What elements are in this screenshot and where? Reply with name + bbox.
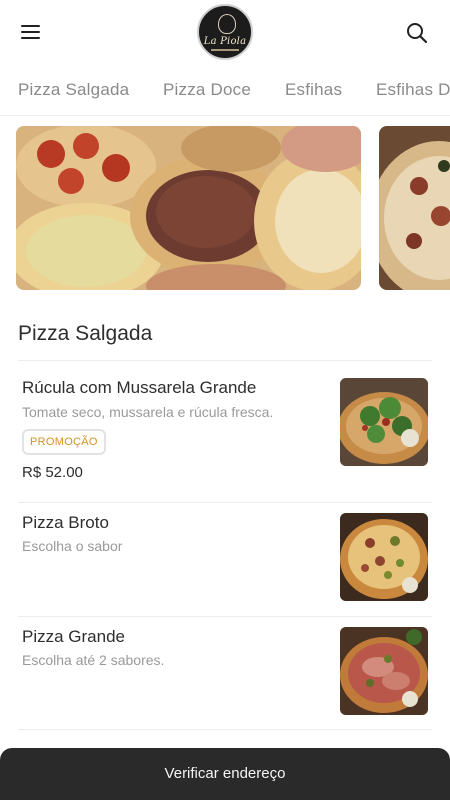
- banner-image-pizza[interactable]: [379, 126, 450, 290]
- tab-pizza-doce[interactable]: Pizza Doce: [163, 80, 251, 100]
- item-image-pizza-grande: [340, 627, 428, 715]
- menu-item-rucula-mussarela[interactable]: Rúcula com Mussarela Grande Tomate seco,…: [18, 361, 432, 503]
- tab-esfihas[interactable]: Esfihas: [285, 80, 342, 100]
- item-name: Pizza Grande: [22, 627, 125, 646]
- search-icon[interactable]: [404, 20, 430, 46]
- banner-image-esfihas[interactable]: [16, 126, 361, 290]
- menu-item-pizza-broto[interactable]: Pizza Broto Escolha o sabor: [18, 503, 432, 617]
- item-description: Tomate seco, mussarela e rúcula fresca.: [22, 404, 274, 420]
- item-description: Escolha até 2 sabores.: [22, 652, 165, 668]
- item-description: Escolha o sabor: [22, 538, 123, 554]
- logo-underline: [211, 49, 239, 51]
- logo-text: La Piola: [203, 36, 247, 47]
- item-name: Pizza Broto: [22, 513, 109, 532]
- item-name: Rúcula com Mussarela Grande: [22, 378, 257, 397]
- section-title: Pizza Salgada: [18, 322, 153, 345]
- tab-pizza-salgada[interactable]: Pizza Salgada: [18, 80, 129, 100]
- verify-address-button[interactable]: Verificar endereço: [0, 748, 450, 800]
- item-image-rucula-pizza: [340, 378, 428, 466]
- menu-item-pizza-grande[interactable]: Pizza Grande Escolha até 2 sabores.: [18, 617, 432, 730]
- promo-badge: PROMOÇÃO: [22, 429, 106, 455]
- category-tabs: Pizza Salgada Pizza Doce Esfihas Esfihas…: [0, 64, 450, 116]
- verify-address-label: Verificar endereço: [164, 765, 286, 782]
- promo-carousel[interactable]: [0, 126, 450, 290]
- hamburger-menu-icon[interactable]: [18, 20, 44, 44]
- logo-chef-icon: [218, 14, 236, 34]
- app-header: La Piola: [0, 0, 450, 64]
- item-price: R$ 52.00: [22, 464, 83, 481]
- tab-esfihas-doces[interactable]: Esfihas Doces: [376, 80, 450, 100]
- restaurant-logo[interactable]: La Piola: [197, 4, 253, 60]
- item-image-pizza-broto: [340, 513, 428, 601]
